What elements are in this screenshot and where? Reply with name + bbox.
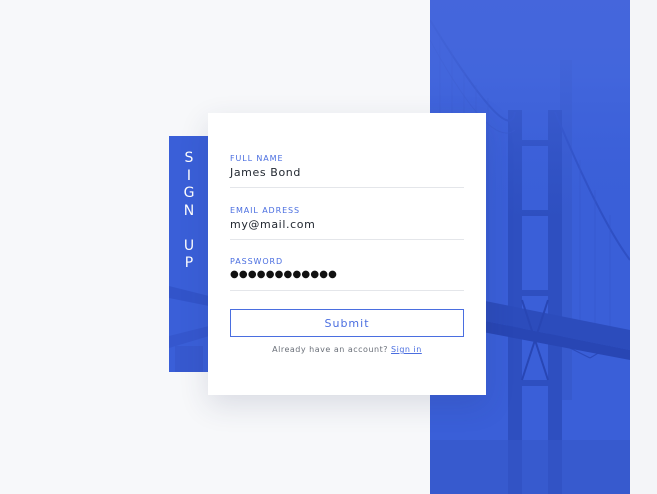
tab-letter: U (183, 237, 195, 254)
email-input[interactable]: my@mail.com (230, 218, 464, 231)
tab-letter: N (183, 202, 195, 219)
full-name-input[interactable]: James Bond (230, 166, 464, 179)
tab-letter: S (184, 150, 194, 166)
signup-form-card: FULL NAME James Bond EMAIL ADRESS my@mai… (208, 113, 486, 395)
password-underline (230, 290, 464, 291)
sign-up-vertical-text: S I G N U P (169, 150, 209, 273)
tab-letter: I (186, 167, 192, 184)
sign-up-tab: S I G N U P (169, 136, 209, 372)
sign-in-prompt: Already have an account? Sign in (208, 345, 486, 354)
account-prompt-text: Already have an account? (272, 345, 388, 354)
email-underline (230, 239, 464, 240)
submit-button[interactable]: Submit (230, 309, 464, 337)
full-name-underline (230, 187, 464, 188)
password-label: PASSWORD (230, 257, 284, 266)
tab-letter: G (183, 185, 195, 201)
full-name-label: FULL NAME (230, 154, 284, 163)
tab-letter: P (184, 255, 194, 271)
sign-in-link[interactable]: Sign in (391, 345, 422, 354)
email-label: EMAIL ADRESS (230, 206, 300, 215)
page-edge (630, 0, 657, 494)
password-input[interactable]: ●●●●●●●●●●●● (230, 269, 464, 280)
